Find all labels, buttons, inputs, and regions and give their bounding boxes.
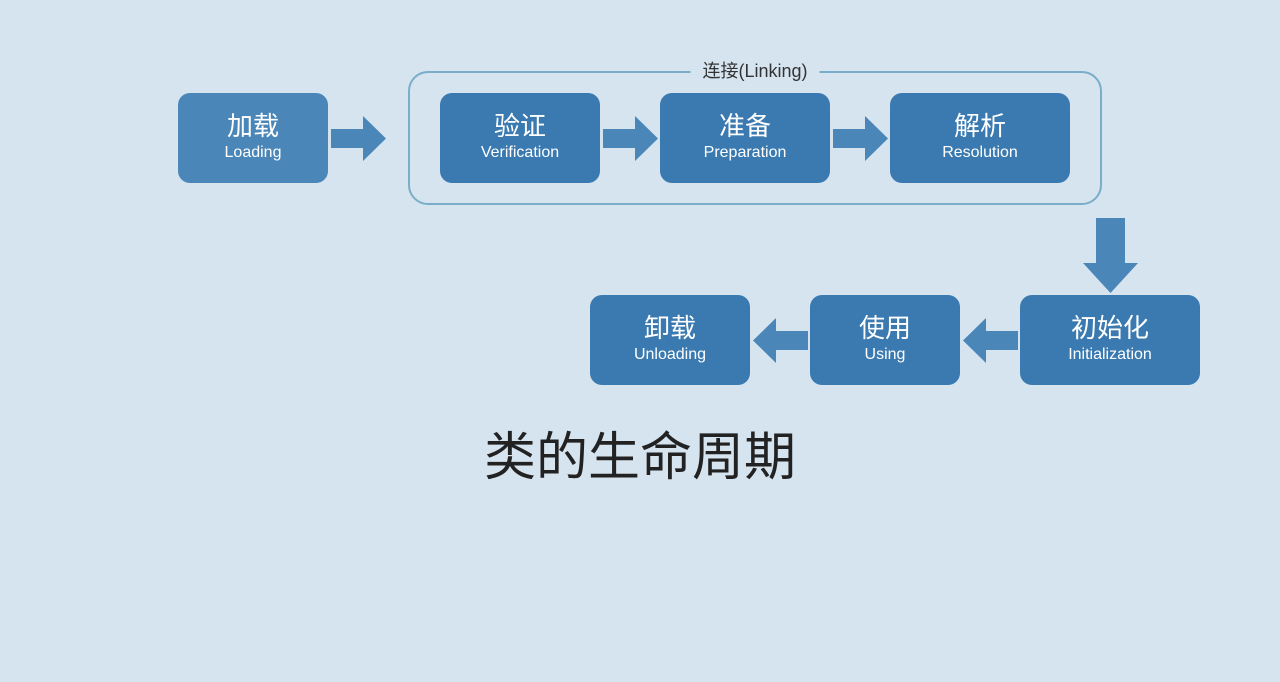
unloading-en: Unloading: [634, 344, 706, 366]
loading-en: Loading: [225, 142, 282, 164]
using-box: 使用 Using: [810, 295, 960, 385]
preparation-zh: 准备: [719, 111, 771, 142]
loading-box: 加载 Loading: [178, 93, 328, 183]
resolution-en: Resolution: [942, 142, 1018, 164]
verification-zh: 验证: [494, 111, 546, 142]
unloading-zh: 卸载: [644, 313, 696, 344]
bottom-flow: 卸载 Unloading 使用 Using 初始化 Initialization: [20, 295, 1260, 385]
initialization-en: Initialization: [1068, 344, 1152, 366]
linking-label: 连接(Linking): [690, 57, 819, 83]
verification-box: 验证 Verification: [440, 93, 600, 183]
unloading-box: 卸载 Unloading: [590, 295, 750, 385]
linking-group: 连接(Linking) 验证 Verification 准备 Preparati…: [408, 71, 1102, 205]
arrow-initialization-to-using: [960, 315, 1020, 365]
initialization-zh: 初始化: [1071, 313, 1149, 344]
preparation-en: Preparation: [704, 142, 787, 164]
arrow-loading-to-linking: [328, 113, 388, 163]
preparation-box: 准备 Preparation: [660, 93, 830, 183]
loading-zh: 加载: [227, 111, 279, 142]
main-container: 加载 Loading 连接(Linking) 验证 Verification: [20, 21, 1260, 661]
arrow-verification-to-preparation: [600, 113, 660, 163]
arrow-resolution-to-initialization: [1080, 215, 1140, 295]
arrow-preparation-to-resolution: [830, 113, 890, 163]
page-title: 类的生命周期: [484, 415, 796, 490]
top-flow: 加载 Loading 连接(Linking) 验证 Verification: [20, 71, 1260, 205]
arrow-down-container: [20, 215, 1260, 295]
verification-en: Verification: [481, 142, 559, 164]
using-zh: 使用: [859, 313, 911, 344]
resolution-box: 解析 Resolution: [890, 93, 1070, 183]
initialization-box: 初始化 Initialization: [1020, 295, 1200, 385]
resolution-zh: 解析: [954, 111, 1006, 142]
using-en: Using: [865, 344, 906, 366]
arrow-using-to-unloading: [750, 315, 810, 365]
